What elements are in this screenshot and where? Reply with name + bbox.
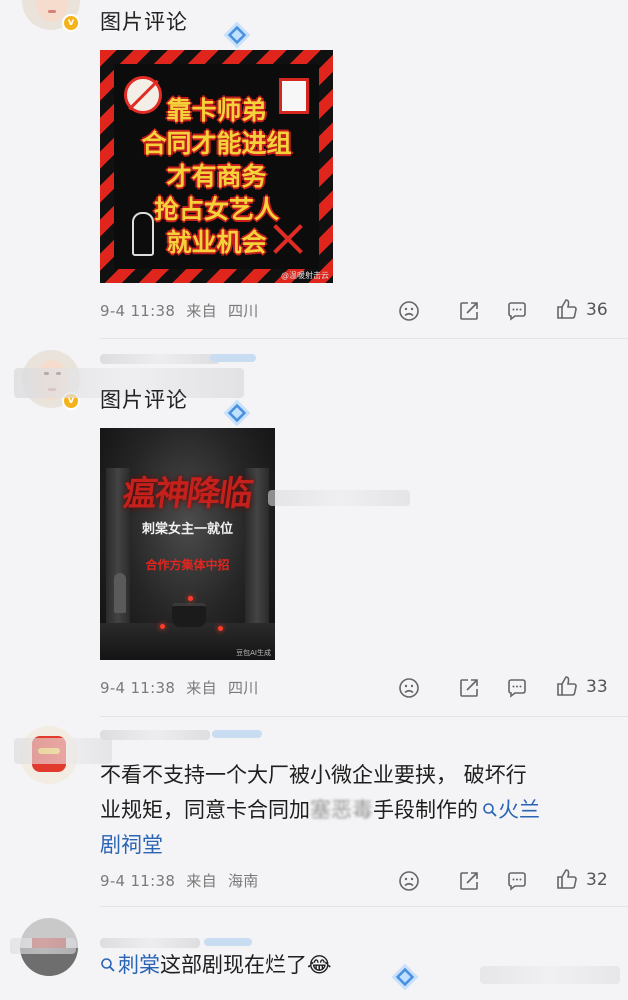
topic-link-continued[interactable]: 剧祠堂 <box>100 828 615 863</box>
divider <box>100 906 628 907</box>
topic-link-text: 火兰 <box>498 798 540 822</box>
sad-face-icon[interactable] <box>398 300 420 322</box>
comment-meta: 9-4 11:38 来自 四川 <box>100 677 265 698</box>
comment-meta: 9-4 11:38 来自 四川 <box>100 300 265 321</box>
comment-from: 来自 <box>186 679 217 697</box>
comment-item: v 图片评论 靠卡师弟 合同才能进组 才有商务 抢占女艺人 就业机会 @温暖射击… <box>0 0 628 340</box>
image-title: 瘟神降临 <box>120 474 254 514</box>
comment-location: 四川 <box>227 302 259 320</box>
thumb-up-icon[interactable] <box>556 298 578 320</box>
comment-icon[interactable] <box>506 677 528 699</box>
username-badge-redacted <box>204 938 252 946</box>
comment-item: 刺棠这部剧现在烂了😂 <box>0 908 628 1000</box>
share-icon[interactable] <box>458 870 480 892</box>
share-icon[interactable] <box>458 677 480 699</box>
altar-shape <box>172 603 206 627</box>
comment-location: 四川 <box>227 679 259 697</box>
comment-text-line: 业规矩，同意卡合同加塞恶毒手段制作的 火兰 <box>100 793 615 828</box>
like-count: 36 <box>586 300 608 320</box>
like-count: 33 <box>586 677 608 697</box>
comment-text-segment: 手段制作的 <box>373 798 478 822</box>
comment-text-segment: 业规矩，同意卡合同加 <box>100 798 310 822</box>
comment-text-line: 不看不支持一个大厂被小微企业要挟， 破坏行 <box>100 763 527 787</box>
redaction-overlay <box>14 738 112 764</box>
thumb-up-icon[interactable] <box>556 868 578 890</box>
username-badge-redacted <box>210 354 256 362</box>
image-subtitle: 刺棠女主一就位 <box>141 522 233 537</box>
comment-item: v 图片评论 瘟神降临 刺棠女主一就位 合作方集体中招 豆包AI生成 9-4 1… <box>0 340 628 715</box>
image-comment-label: 图片评论 <box>100 10 188 34</box>
comment-icon[interactable] <box>506 300 528 322</box>
comment-time: 9-4 11:38 <box>100 872 176 890</box>
comment-from: 来自 <box>186 302 217 320</box>
image-subtitle: 合作方集体中招 <box>145 558 230 572</box>
image-text-line: 才有商务 <box>166 162 267 191</box>
sad-face-icon[interactable] <box>398 870 420 892</box>
search-icon <box>101 958 115 972</box>
comment-time: 9-4 11:38 <box>100 679 176 697</box>
comment-icon[interactable] <box>506 870 528 892</box>
comment-text: 不看不支持一个大厂被小微企业要挟， 破坏行 业规矩，同意卡合同加塞恶毒手段制作的… <box>100 758 615 863</box>
search-icon <box>483 803 497 817</box>
comment-text-segment: 这部剧现在烂了 <box>160 953 307 977</box>
image-text-line: 靠卡师弟 <box>166 96 267 125</box>
topic-link[interactable]: 刺棠 <box>100 953 160 977</box>
topic-link[interactable]: 火兰 <box>478 798 540 822</box>
verified-badge-icon: v <box>62 14 80 32</box>
laugh-emoji-icon: 😂 <box>307 953 332 977</box>
username-redacted <box>100 730 210 740</box>
share-icon[interactable] <box>458 300 480 322</box>
diamond-icon <box>223 399 251 427</box>
comment-time: 9-4 11:38 <box>100 302 176 320</box>
username-redacted <box>100 354 220 364</box>
comment-location: 海南 <box>227 872 259 890</box>
image-watermark: @温暖射击云 <box>281 271 329 280</box>
diamond-icon <box>223 21 251 49</box>
comment-item: 不看不支持一个大厂被小微企业要挟， 破坏行 业规矩，同意卡合同加塞恶毒手段制作的… <box>0 718 628 908</box>
divider <box>100 716 628 717</box>
comment-from: 来自 <box>186 872 217 890</box>
redaction-overlay <box>268 490 410 506</box>
divider <box>100 338 628 339</box>
diamond-icon <box>391 963 419 991</box>
silhouette-icon <box>132 212 154 256</box>
image-text-line: 合同才能进组 <box>141 129 292 158</box>
image-watermark: 豆包AI生成 <box>236 649 271 657</box>
comment-meta: 9-4 11:38 来自 海南 <box>100 870 265 891</box>
redaction-overlay <box>10 938 76 954</box>
username-redacted <box>100 938 200 948</box>
image-comment-label: 图片评论 <box>100 388 188 412</box>
sad-face-icon[interactable] <box>398 677 420 699</box>
cross-icon <box>273 224 303 254</box>
like-count: 32 <box>586 870 608 890</box>
comment-image[interactable]: 瘟神降临 刺棠女主一就位 合作方集体中招 豆包AI生成 <box>100 428 275 660</box>
statue-shape <box>114 573 126 613</box>
redaction-overlay <box>480 966 620 984</box>
username-badge-redacted <box>212 730 262 738</box>
comment-image[interactable]: 靠卡师弟 合同才能进组 才有商务 抢占女艺人 就业机会 @温暖射击云 <box>100 50 333 283</box>
topic-link-text: 刺棠 <box>118 953 160 977</box>
blurred-text: 塞恶毒 <box>310 798 373 822</box>
thumb-up-icon[interactable] <box>556 675 578 697</box>
